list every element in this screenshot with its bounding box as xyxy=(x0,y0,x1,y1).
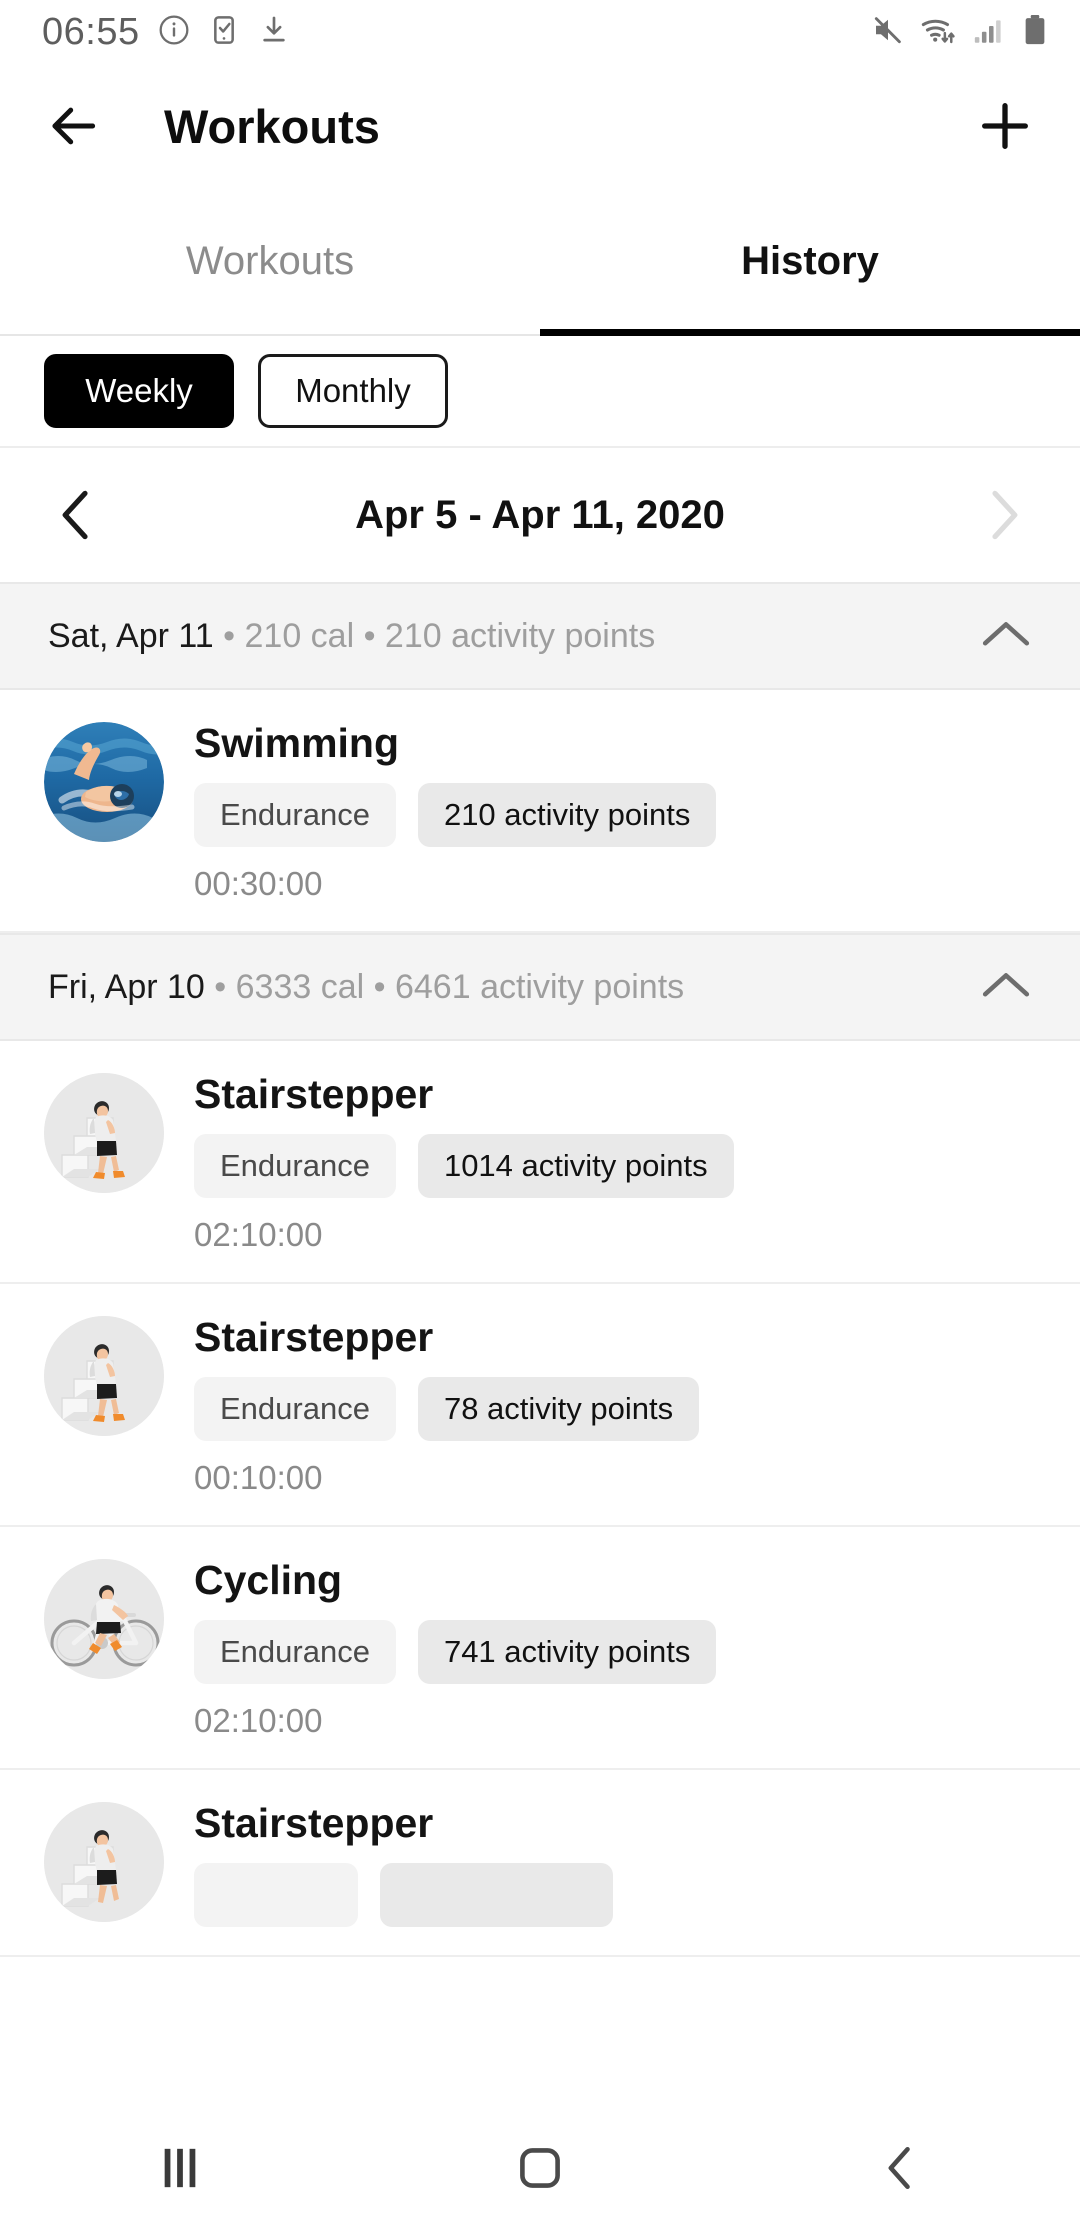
workout-points-chip: 1014 activity points xyxy=(417,1134,734,1199)
workout-name: Cycling xyxy=(194,1557,343,1604)
workout-kind-chip xyxy=(194,1863,358,1928)
workout-details: Stairstepper xyxy=(194,1800,1036,1928)
recent-apps-icon[interactable] xyxy=(105,2145,255,2191)
workout-points-chip: 78 activity points xyxy=(417,1377,700,1442)
status-bar-left: 06:55 xyxy=(42,11,290,54)
workout-row-cycling[interactable]: Cycling Endurance 741 activity points 02… xyxy=(0,1527,1080,1771)
workout-chips: Endurance 210 activity points xyxy=(194,783,1036,848)
stairstepper-illustration-thumbnail xyxy=(44,1073,164,1194)
workout-details: Stairstepper Endurance 1014 activity poi… xyxy=(194,1071,1036,1254)
tab-workouts[interactable]: Workouts xyxy=(0,188,540,334)
workout-duration: 02:10:00 xyxy=(194,1216,323,1254)
android-nav-bar xyxy=(0,2116,1080,2220)
history-list[interactable]: Sat, Apr 11 • 210 cal • 210 activity poi… xyxy=(0,582,1080,1958)
workout-chips: Endurance 78 activity points xyxy=(194,1377,1036,1442)
tab-history[interactable]: History xyxy=(540,188,1080,336)
workout-kind-chip: Endurance xyxy=(194,1134,396,1199)
period-weekly-button[interactable]: Weekly xyxy=(44,354,234,428)
back-icon[interactable] xyxy=(825,2143,975,2193)
workout-row-stairstepper-3[interactable]: Stairstepper xyxy=(0,1770,1080,1958)
workout-duration: 00:30:00 xyxy=(194,865,323,903)
workout-details: Cycling Endurance 741 activity points 02… xyxy=(194,1559,1036,1740)
workout-name: Swimming xyxy=(194,720,400,766)
workout-points-chip: 210 activity points xyxy=(417,783,717,848)
back-button[interactable] xyxy=(46,98,102,154)
status-bar: 06:55 xyxy=(0,0,1080,64)
cycling-illustration-thumbnail xyxy=(44,1559,164,1680)
workout-points-chip: 741 activity points xyxy=(417,1620,717,1685)
workout-name: Stairstepper xyxy=(194,1314,434,1361)
wifi-icon xyxy=(920,12,958,53)
stairstepper-illustration-thumbnail xyxy=(44,1802,164,1923)
workout-kind-chip: Endurance xyxy=(194,783,396,848)
day-header-date: Fri, Apr 10 xyxy=(48,967,205,1006)
next-week-button[interactable] xyxy=(982,488,1026,542)
workout-kind-chip: Endurance xyxy=(194,1377,396,1442)
info-icon xyxy=(158,14,190,51)
period-toggle: Weekly Monthly xyxy=(0,336,1080,448)
chevron-up-icon[interactable] xyxy=(980,968,1032,1007)
status-time: 06:55 xyxy=(42,10,140,53)
day-header-text: Fri, Apr 10 • 6333 cal • 6461 activity p… xyxy=(48,968,684,1007)
workout-chips xyxy=(194,1863,1036,1928)
workout-name: Stairstepper xyxy=(194,1071,434,1118)
day-header-summary: • 6333 cal • 6461 activity points xyxy=(204,967,685,1006)
workout-row-stairstepper-2[interactable]: Stairstepper Endurance 78 activity point… xyxy=(0,1284,1080,1528)
date-range-nav: Apr 5 - Apr 11, 2020 xyxy=(0,448,1080,582)
battery-icon xyxy=(1020,13,1050,52)
page-title: Workouts xyxy=(164,99,380,153)
mute-icon xyxy=(870,12,906,53)
stairstepper-illustration-thumbnail xyxy=(44,1316,164,1437)
workout-details: Swimming Endurance 210 activity points 0… xyxy=(194,720,1036,903)
workout-name: Stairstepper xyxy=(194,1800,434,1847)
day-header-fri-apr-10[interactable]: Fri, Apr 10 • 6333 cal • 6461 activity p… xyxy=(0,933,1080,1042)
workout-chips: Endurance 741 activity points xyxy=(194,1620,1036,1685)
workout-kind-chip: Endurance xyxy=(194,1620,396,1685)
signal-icon xyxy=(972,13,1006,52)
chevron-up-icon[interactable] xyxy=(980,617,1032,656)
workout-row-swimming[interactable]: Swimming Endurance 210 activity points 0… xyxy=(0,690,1080,934)
period-monthly-button[interactable]: Monthly xyxy=(258,354,448,428)
prev-week-button[interactable] xyxy=(54,488,98,542)
workout-row-stairstepper-1[interactable]: Stairstepper Endurance 1014 activity poi… xyxy=(0,1041,1080,1285)
app-bar: Workouts xyxy=(0,64,1080,188)
workout-details: Stairstepper Endurance 78 activity point… xyxy=(194,1316,1036,1497)
day-header-date: Sat, Apr 11 xyxy=(48,616,214,655)
day-header-sat-apr-11[interactable]: Sat, Apr 11 • 210 cal • 210 activity poi… xyxy=(0,582,1080,690)
workout-points-chip xyxy=(379,1863,613,1928)
workout-duration: 00:10:00 xyxy=(194,1459,323,1497)
workout-chips: Endurance 1014 activity points xyxy=(194,1134,1036,1199)
day-header-summary: • 210 cal • 210 activity points xyxy=(213,616,656,655)
status-bar-right xyxy=(870,12,1050,53)
tab-bar: Workouts History xyxy=(0,188,1080,336)
add-workout-button[interactable] xyxy=(976,97,1034,155)
download-icon xyxy=(258,14,290,51)
home-icon[interactable] xyxy=(465,2144,615,2192)
day-header-text: Sat, Apr 11 • 210 cal • 210 activity poi… xyxy=(48,617,655,656)
phone-check-icon xyxy=(208,14,240,51)
date-range-label: Apr 5 - Apr 11, 2020 xyxy=(355,492,725,537)
workout-duration: 02:10:00 xyxy=(194,1702,323,1740)
swimming-photo-thumbnail xyxy=(44,722,164,842)
